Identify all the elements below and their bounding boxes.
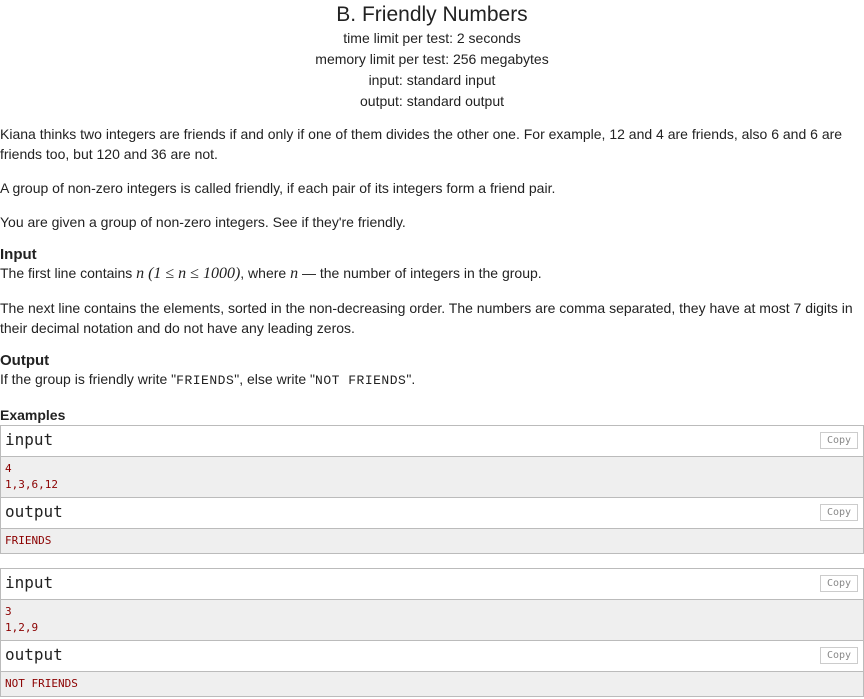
example-output-label: output	[5, 502, 63, 521]
math-var-n-2: n	[290, 265, 299, 282]
copy-button[interactable]: Copy	[820, 647, 858, 664]
time-limit: time limit per test: 2 seconds	[343, 30, 521, 46]
statement-paragraph-2: A group of non-zero integers is called f…	[0, 180, 556, 196]
example-output-content: NOT FRIENDS	[1, 672, 863, 696]
output-text-before: If the group is friendly write "	[0, 371, 177, 387]
copy-button[interactable]: Copy	[820, 432, 858, 449]
output-type: output: standard output	[360, 93, 504, 109]
example-input-label: input	[5, 430, 54, 449]
example-2: input Copy 3 1,2,9 output Copy NOT FRIEN…	[0, 568, 864, 697]
input-type: input: standard input	[368, 72, 496, 88]
memory-limit: memory limit per test: 256 megabytes	[315, 51, 549, 67]
example-input-label: input	[5, 573, 54, 592]
input-text-after: — the number of integers in the group.	[298, 265, 542, 281]
output-text-after: ".	[406, 371, 416, 387]
examples-title: Examples	[0, 407, 66, 423]
copy-button[interactable]: Copy	[820, 575, 858, 592]
input-text-mid: , where	[240, 265, 291, 281]
input-text-before: The first line contains	[0, 265, 137, 281]
example-output-line: NOT FRIENDS	[5, 677, 78, 690]
problem-title: B. Friendly Numbers	[336, 3, 528, 26]
problem-statement: Kiana thinks two integers are friends if…	[0, 124, 864, 697]
output-code-not-friends: NOT FRIENDS	[315, 373, 407, 388]
example-output-header: output Copy	[1, 641, 863, 672]
output-paragraph: If the group is friendly write "FRIENDS"…	[0, 369, 864, 391]
example-input-line: 1,3,6,12	[5, 478, 58, 491]
example-output-label: output	[5, 645, 63, 664]
example-input-content: 3 1,2,9	[1, 600, 863, 641]
problem-header: B. Friendly Numbers time limit per test:…	[0, 2, 864, 112]
input-section-title: Input	[0, 246, 37, 263]
example-1: input Copy 4 1,3,6,12 output Copy FRIEND…	[0, 425, 864, 554]
copy-button[interactable]: Copy	[820, 504, 858, 521]
math-var-n: n	[136, 265, 145, 282]
output-code-friends: FRIENDS	[176, 373, 235, 388]
problem-limits: time limit per test: 2 seconds memory li…	[0, 28, 864, 112]
example-input-header: input Copy	[1, 426, 863, 457]
input-paragraph-2: The next line contains the elements, sor…	[0, 300, 853, 336]
example-output-line: FRIENDS	[5, 534, 52, 547]
example-input-line: 1,2,9	[5, 621, 39, 634]
statement-paragraph-3: You are given a group of non-zero intege…	[0, 214, 406, 230]
example-output-header: output Copy	[1, 498, 863, 529]
statement-paragraph-1: Kiana thinks two integers are friends if…	[0, 126, 843, 162]
input-paragraph-1: The first line contains n (1 ≤ n ≤ 1000)…	[0, 263, 864, 284]
example-input-content: 4 1,3,6,12	[1, 457, 863, 498]
math-constraint: (1 ≤ n ≤ 1000)	[148, 265, 241, 282]
output-text-mid: ", else write "	[234, 371, 316, 387]
example-input-header: input Copy	[1, 569, 863, 600]
example-input-line: 3	[5, 605, 12, 618]
output-section-title: Output	[0, 352, 50, 369]
example-output-content: FRIENDS	[1, 529, 863, 553]
example-input-line: 4	[5, 462, 12, 475]
